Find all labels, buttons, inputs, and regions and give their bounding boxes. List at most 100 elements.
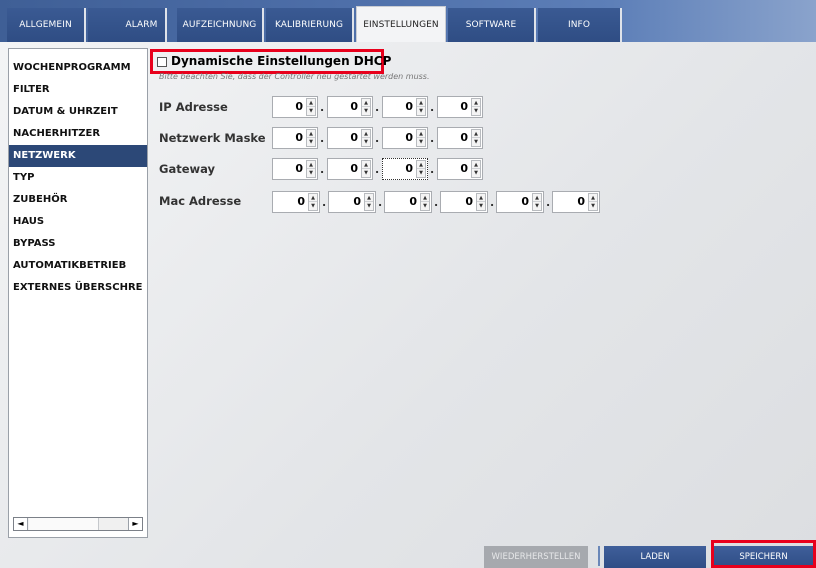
spin-up-icon[interactable]: ▲ bbox=[365, 194, 373, 202]
sidebar-item-typ[interactable]: TYP bbox=[9, 167, 147, 189]
netmask-octet-1-input[interactable]: 0 ▲ ▼ bbox=[272, 127, 318, 149]
spin-down-icon[interactable]: ▼ bbox=[589, 202, 597, 210]
sidebar-item-nacherhitzer[interactable]: NACHERHITZER bbox=[9, 123, 147, 145]
spin-up-icon[interactable]: ▲ bbox=[533, 194, 541, 202]
sidebar-item-bypass[interactable]: BYPASS bbox=[9, 233, 147, 255]
gateway-octet-3-input[interactable]: 0 ▲ ▼ bbox=[382, 158, 428, 180]
tab-einstellungen[interactable]: EINSTELLUNGEN bbox=[356, 6, 446, 42]
spin-up-icon[interactable]: ▲ bbox=[417, 99, 425, 107]
spin-up-icon[interactable]: ▲ bbox=[417, 130, 425, 138]
octet-separator: . bbox=[320, 163, 325, 176]
spin-down-icon[interactable]: ▼ bbox=[472, 107, 480, 115]
mac-octet-4-input[interactable]: 0 ▲ ▼ bbox=[440, 191, 488, 213]
sidebar-item-wochenprogramm[interactable]: WOCHENPROGRAMM bbox=[9, 57, 147, 79]
spin-up-icon[interactable]: ▲ bbox=[477, 194, 485, 202]
spinner: ▲ ▼ bbox=[420, 193, 430, 211]
spin-down-icon[interactable]: ▼ bbox=[309, 202, 317, 210]
spin-down-icon[interactable]: ▼ bbox=[472, 169, 480, 177]
mac-octet-2-input[interactable]: 0 ▲ ▼ bbox=[328, 191, 376, 213]
spin-up-icon[interactable]: ▲ bbox=[417, 161, 425, 169]
spinner: ▲ ▼ bbox=[588, 193, 598, 211]
scrollbar-thumb[interactable] bbox=[29, 518, 99, 530]
spin-down-icon[interactable]: ▼ bbox=[307, 107, 315, 115]
restore-button[interactable]: WIEDERHERSTELLEN bbox=[484, 546, 588, 568]
spin-up-icon[interactable]: ▲ bbox=[472, 161, 480, 169]
sidebar-item-zubehoer[interactable]: ZUBEHÖR bbox=[9, 189, 147, 211]
dhcp-checkbox[interactable] bbox=[157, 57, 167, 67]
sidebar-item-datum-uhrzeit[interactable]: DATUM & UHRZEIT bbox=[9, 101, 147, 123]
sidebar-horizontal-scrollbar[interactable]: ◄ ► bbox=[13, 517, 143, 531]
gateway-octet-2-input[interactable]: 0 ▲ ▼ bbox=[327, 158, 373, 180]
spin-up-icon[interactable]: ▲ bbox=[307, 161, 315, 169]
gateway-octet-1-input[interactable]: 0 ▲ ▼ bbox=[272, 158, 318, 180]
spin-up-icon[interactable]: ▲ bbox=[362, 161, 370, 169]
tab-software[interactable]: SOFTWARE bbox=[448, 8, 536, 42]
spin-up-icon[interactable]: ▲ bbox=[362, 99, 370, 107]
gateway-octet-2-value: 0 bbox=[350, 162, 358, 175]
octet-separator: . bbox=[430, 163, 435, 176]
ip-octet-2-input[interactable]: 0 ▲ ▼ bbox=[327, 96, 373, 118]
mac-octet-1-input[interactable]: 0 ▲ ▼ bbox=[272, 191, 320, 213]
tab-info[interactable]: INFO bbox=[538, 8, 622, 42]
sidebar-item-haus[interactable]: HAUS bbox=[9, 211, 147, 233]
spin-down-icon[interactable]: ▼ bbox=[477, 202, 485, 210]
spin-down-icon[interactable]: ▼ bbox=[421, 202, 429, 210]
spinner: ▲ ▼ bbox=[416, 160, 426, 178]
sidebar-item-netzwerk[interactable]: NETZWERK bbox=[9, 145, 147, 167]
spin-down-icon[interactable]: ▼ bbox=[362, 138, 370, 146]
ip-octet-4-input[interactable]: 0 ▲ ▼ bbox=[437, 96, 483, 118]
mac-octet-5-input[interactable]: 0 ▲ ▼ bbox=[496, 191, 544, 213]
tab-bar: ALLGEMEIN ALARM AUFZEICHNUNG KALIBRIERUN… bbox=[0, 0, 816, 42]
gateway-octet-4-input[interactable]: 0 ▲ ▼ bbox=[437, 158, 483, 180]
octet-separator: . bbox=[375, 163, 380, 176]
spin-down-icon[interactable]: ▼ bbox=[362, 107, 370, 115]
spin-up-icon[interactable]: ▲ bbox=[589, 194, 597, 202]
spin-up-icon[interactable]: ▲ bbox=[472, 130, 480, 138]
ip-octet-1-input[interactable]: 0 ▲ ▼ bbox=[272, 96, 318, 118]
scroll-right-icon[interactable]: ► bbox=[128, 518, 142, 530]
spin-down-icon[interactable]: ▼ bbox=[417, 107, 425, 115]
mac-octet-5-value: 0 bbox=[521, 195, 529, 208]
tab-alarm[interactable]: ALARM bbox=[88, 8, 167, 42]
gateway-octet-3-value: 0 bbox=[405, 162, 413, 175]
octet-separator: . bbox=[434, 196, 439, 209]
spin-up-icon[interactable]: ▲ bbox=[421, 194, 429, 202]
spinner: ▲ ▼ bbox=[532, 193, 542, 211]
spin-down-icon[interactable]: ▼ bbox=[307, 169, 315, 177]
netmask-octet-3-input[interactable]: 0 ▲ ▼ bbox=[382, 127, 428, 149]
spin-up-icon[interactable]: ▲ bbox=[307, 99, 315, 107]
spin-down-icon[interactable]: ▼ bbox=[472, 138, 480, 146]
load-button[interactable]: LADEN bbox=[604, 546, 706, 568]
sidebar-item-filter[interactable]: FILTER bbox=[9, 79, 147, 101]
spin-up-icon[interactable]: ▲ bbox=[362, 130, 370, 138]
ip-octet-3-input[interactable]: 0 ▲ ▼ bbox=[382, 96, 428, 118]
scroll-left-icon[interactable]: ◄ bbox=[14, 518, 28, 530]
spin-up-icon[interactable]: ▲ bbox=[309, 194, 317, 202]
restart-hint: Bitte beachten Sie, dass der Controller … bbox=[159, 72, 430, 81]
octet-separator: . bbox=[378, 196, 383, 209]
spin-up-icon[interactable]: ▲ bbox=[472, 99, 480, 107]
mac-octet-3-input[interactable]: 0 ▲ ▼ bbox=[384, 191, 432, 213]
spin-down-icon[interactable]: ▼ bbox=[362, 169, 370, 177]
tab-aufzeichnung[interactable]: AUFZEICHNUNG bbox=[177, 8, 264, 42]
spin-up-icon[interactable]: ▲ bbox=[307, 130, 315, 138]
spin-down-icon[interactable]: ▼ bbox=[307, 138, 315, 146]
tab-kalibrierung[interactable]: KALIBRIERUNG bbox=[266, 8, 354, 42]
spin-down-icon[interactable]: ▼ bbox=[417, 169, 425, 177]
spinner: ▲ ▼ bbox=[361, 129, 371, 147]
spin-down-icon[interactable]: ▼ bbox=[417, 138, 425, 146]
netmask-octet-2-input[interactable]: 0 ▲ ▼ bbox=[327, 127, 373, 149]
spin-down-icon[interactable]: ▼ bbox=[533, 202, 541, 210]
octet-separator: . bbox=[490, 196, 495, 209]
dhcp-label[interactable]: Dynamische Einstellungen DHCP bbox=[171, 54, 391, 68]
octet-separator: . bbox=[430, 132, 435, 145]
tab-allgemein[interactable]: ALLGEMEIN bbox=[7, 8, 86, 42]
netmask-octet-4-input[interactable]: 0 ▲ ▼ bbox=[437, 127, 483, 149]
spin-down-icon[interactable]: ▼ bbox=[365, 202, 373, 210]
spinner: ▲ ▼ bbox=[416, 129, 426, 147]
mac-octet-6-input[interactable]: 0 ▲ ▼ bbox=[552, 191, 600, 213]
octet-separator: . bbox=[375, 101, 380, 114]
mac-octet-6-value: 0 bbox=[577, 195, 585, 208]
sidebar-item-externes-ueberschreiben[interactable]: EXTERNES ÜBERSCHRE bbox=[9, 277, 147, 299]
sidebar-item-automatikbetrieb[interactable]: AUTOMATIKBETRIEB bbox=[9, 255, 147, 277]
